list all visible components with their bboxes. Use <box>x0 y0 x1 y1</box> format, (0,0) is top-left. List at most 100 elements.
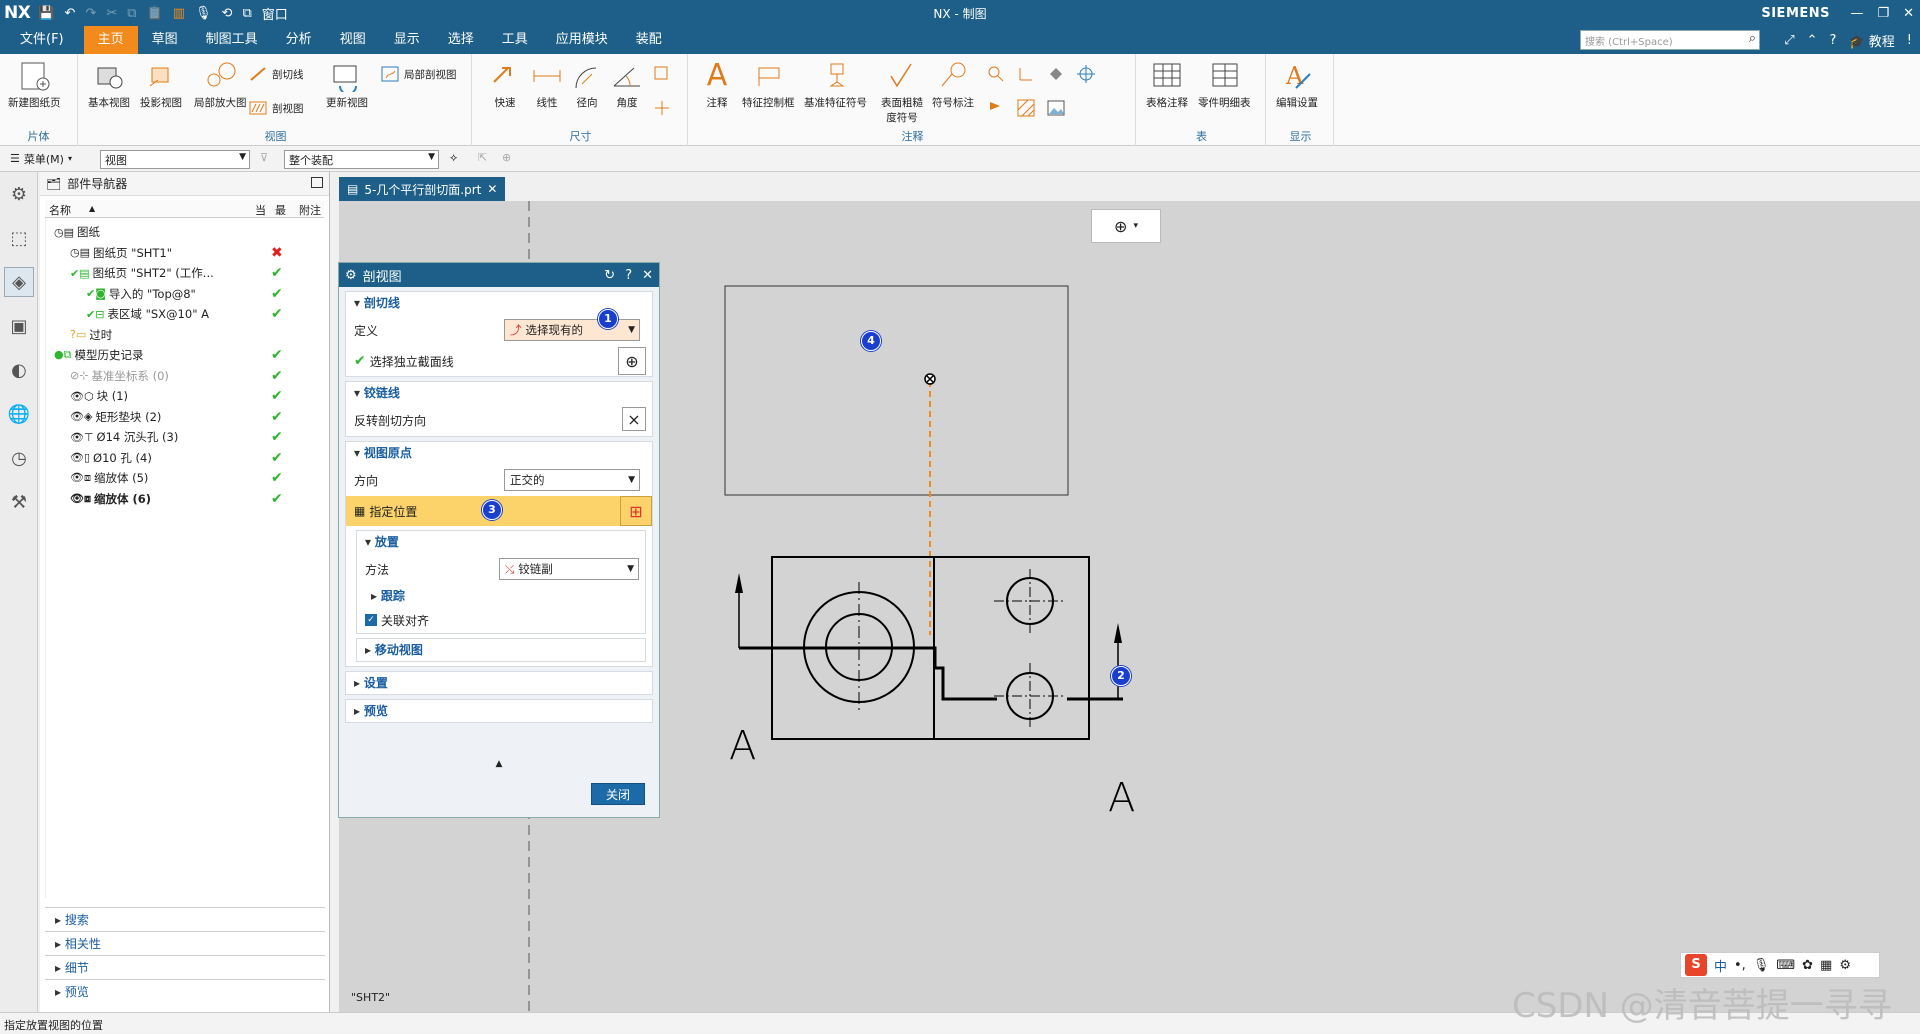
command-search-input[interactable]: 搜索 (Ctrl+Space) ⌕ <box>1580 30 1760 50</box>
new-sheet-button[interactable]: 新建图纸页 <box>8 60 61 110</box>
redo-icon[interactable]: ↷ <box>85 6 96 21</box>
parts-list-button[interactable]: 零件明细表 <box>1198 60 1251 110</box>
fullscreen-icon[interactable]: ⤢ <box>1784 33 1794 48</box>
surface-finish-button[interactable]: 表面粗糙度符号 <box>880 60 924 125</box>
symbol-label-button[interactable]: 符号标注 <box>932 60 974 110</box>
specify-location-button[interactable]: ⊞ <box>620 496 652 526</box>
tab-select[interactable]: 选择 <box>434 26 488 54</box>
preview-title[interactable]: 预览 <box>346 700 652 722</box>
method-select[interactable]: ⤯ 铰链副 ▼ <box>499 558 639 580</box>
hinge-line-title[interactable]: 铰链线 <box>346 382 652 404</box>
tree-node[interactable]: ?▭ 过时 <box>46 325 326 345</box>
grid-icon[interactable]: ▦ <box>1820 958 1832 973</box>
close-icon[interactable]: ✕ <box>1903 6 1914 21</box>
center-mark-button[interactable] <box>1016 64 1036 84</box>
snap-icon[interactable]: ⟡ <box>450 151 457 165</box>
section-view-button[interactable]: 剖视图 <box>248 98 304 118</box>
select-option-icon[interactable]: ⊕ <box>502 151 511 164</box>
define-select[interactable]: ⤴ 选择现有的 ▼ <box>504 319 640 341</box>
paste-icon[interactable]: 📋 <box>147 6 163 21</box>
tab-file[interactable]: 文件(F) <box>0 26 84 54</box>
document-tab[interactable]: ▤ 5-几个平行剖切面.prt ✕ <box>339 177 506 201</box>
flag-button[interactable] <box>986 98 1006 118</box>
restore-icon[interactable]: ❐ <box>1877 6 1889 21</box>
move-view-title[interactable]: 移动视图 <box>357 639 645 661</box>
chevron-down-icon[interactable]: ▾ <box>1133 221 1138 231</box>
tabular-note-button[interactable]: 表格注释 <box>1146 60 1188 110</box>
close-button[interactable]: 关闭 <box>591 783 645 805</box>
angular-dimension-button[interactable]: 角度 <box>610 60 644 110</box>
projected-view-button[interactable]: 投影视图 <box>140 60 182 110</box>
tree-node[interactable]: 👁▯ Ø10 孔 (4) ✔ <box>46 448 326 468</box>
tab-assembly[interactable]: 装配 <box>622 26 676 54</box>
tab-analysis[interactable]: 分析 <box>272 26 326 54</box>
target-point-button[interactable] <box>1076 64 1096 84</box>
tree-node[interactable]: ✔▤ 图纸页 "SHT2" (工作... ✔ <box>46 263 326 283</box>
type-filter-select[interactable]: 视图 ▼ <box>100 150 250 169</box>
snap-point-icon[interactable]: ⊕ <box>1114 217 1127 236</box>
settings-icon[interactable]: ⚙ <box>4 179 34 209</box>
close-icon[interactable]: ✕ <box>642 268 653 283</box>
section-details[interactable]: 细节 <box>45 955 325 979</box>
clock-icon[interactable]: ◷ <box>4 443 34 473</box>
tracking-section[interactable]: 跟踪 <box>357 585 645 607</box>
tab-drafting-tools[interactable]: 制图工具 <box>192 26 272 54</box>
view-origin-title[interactable]: 视图原点 <box>346 442 652 464</box>
column-note[interactable]: 附注 <box>299 202 321 218</box>
orientation-select[interactable]: 正交的 ▼ <box>504 469 640 491</box>
collapse-ribbon-icon[interactable]: ⌃ <box>1807 33 1818 48</box>
snap-point-toolbar[interactable]: ⊕ ▾ <box>1091 209 1161 243</box>
menu-button[interactable]: ☰ 菜单(M) ▾ <box>10 151 72 167</box>
tab-display[interactable]: 显示 <box>380 26 434 54</box>
edit-settings-button[interactable]: A 编辑设置 <box>1276 60 1318 110</box>
part-navigator-icon[interactable]: ◈ <box>4 267 34 297</box>
help-icon[interactable]: ? <box>625 268 632 283</box>
detail-view-button[interactable]: 局部放大图 <box>194 60 247 110</box>
scope-select[interactable]: 整个装配 ▼ <box>284 150 439 169</box>
save-icon[interactable]: 💾 <box>38 6 54 21</box>
keyboard-icon[interactable]: ⌨ <box>1776 958 1795 973</box>
ordinate-dimension-button[interactable] <box>652 64 672 84</box>
microphone-icon[interactable]: 🎙 <box>195 6 212 21</box>
base-view-button[interactable]: 基本视图 <box>88 60 130 110</box>
ime-toolbar[interactable]: S 中 •, 🎙 ⌨ ✿ ▦ ⚙ <box>1680 952 1880 978</box>
copy-icon[interactable]: ⧉ <box>127 6 136 21</box>
settings-title[interactable]: 设置 <box>346 672 652 694</box>
tree-node[interactable]: 👁⬡ 块 (1) ✔ <box>46 386 326 406</box>
notification-icon[interactable]: ! <box>1907 33 1912 48</box>
reuse-icon[interactable]: ▣ <box>4 311 34 341</box>
repeat-icon[interactable]: ▥ <box>173 6 185 21</box>
rapid-dimension-button[interactable]: 快速 <box>488 60 522 110</box>
tree-node[interactable]: ⊘⊹ 基准坐标系 (0) ✔ <box>46 366 326 386</box>
tools-icon[interactable]: ⚒ <box>4 487 34 517</box>
chain-dimension-button[interactable] <box>652 98 672 118</box>
ime-language[interactable]: 中 <box>1714 956 1727 975</box>
tab-sketch[interactable]: 草图 <box>138 26 192 54</box>
punctuation-icon[interactable]: •, <box>1734 958 1746 973</box>
collapse-up-icon[interactable]: ▲ <box>339 759 659 769</box>
tab-home[interactable]: 主页 <box>83 26 138 54</box>
zoom-annotation-button[interactable] <box>986 64 1006 84</box>
update-view-button[interactable]: 更新视图 <box>326 60 368 110</box>
toolbox-icon[interactable]: ⚙ <box>1839 958 1851 973</box>
fill-button[interactable] <box>1046 64 1066 84</box>
maximize-icon[interactable] <box>311 177 323 188</box>
section-preview[interactable]: 预览 <box>45 979 325 1003</box>
section-dependencies[interactable]: 相关性 <box>45 931 325 955</box>
undo-icon[interactable]: ↶ <box>65 6 76 21</box>
column-latest[interactable]: 最 <box>275 202 286 218</box>
tree-node[interactable]: 👁◈ 矩形垫块 (2) ✔ <box>46 407 326 427</box>
window-menu[interactable]: 窗口 <box>262 4 288 23</box>
note-button[interactable]: A 注释 <box>700 60 734 110</box>
skin-icon[interactable]: ✿ <box>1802 958 1813 973</box>
tab-application[interactable]: 应用模块 <box>542 26 622 54</box>
section-line-button[interactable]: 剖切线 <box>248 64 304 84</box>
associative-align-checkbox[interactable]: ✓ <box>365 614 377 626</box>
reverse-direction-button[interactable]: ⨯ <box>622 407 646 431</box>
tutorial-link[interactable]: 🎓 教程 <box>1848 31 1894 50</box>
linear-dimension-button[interactable]: 线性 <box>530 60 564 110</box>
tree-node[interactable]: ◷▤ 图纸页 "SHT1" ✖ <box>46 243 326 263</box>
cut-icon[interactable]: ✂ <box>106 6 117 21</box>
break-out-section-button[interactable]: 局部剖视图 <box>380 64 457 84</box>
radial-dimension-button[interactable]: 径向 <box>570 60 604 110</box>
